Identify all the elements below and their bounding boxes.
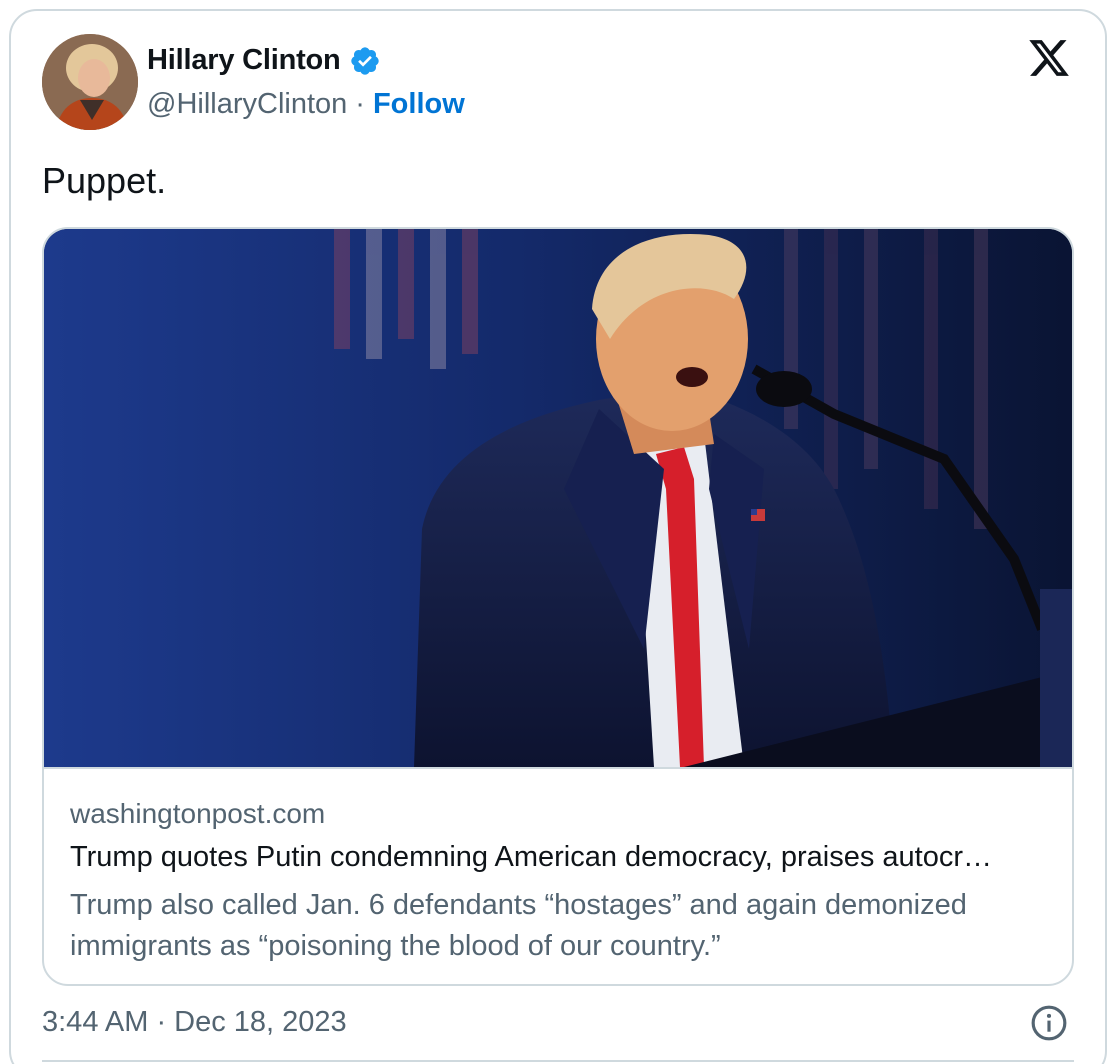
author-name[interactable]: Hillary Clinton [147,44,341,77]
author-avatar[interactable] [42,34,138,130]
link-domain: washingtonpost.com [70,798,326,829]
x-logo-icon[interactable] [1026,36,1072,80]
article-photo[interactable] [44,229,1072,767]
author-handle-row: @HillaryClinton · Follow [147,88,465,121]
info-icon[interactable] [1030,1004,1068,1042]
link-description-line1: Trump also called Jan. 6 defendants “hos… [70,889,967,921]
link-headline[interactable]: Trump quotes Putin condemning American d… [70,841,1050,874]
link-preview-card[interactable]: washingtonpost.com Trump quotes Putin co… [42,227,1074,986]
separator-dot: · [355,88,365,120]
link-description: Trump also called Jan. 6 defendants “hos… [70,885,1060,967]
author-handle[interactable]: @HillaryClinton [147,88,347,121]
tweet-text: Puppet. [42,160,167,201]
bottom-divider [42,1060,1074,1062]
avatar-image [42,34,138,130]
card-divider [44,767,1072,769]
tweet-timestamp[interactable]: 3:44 AM · Dec 18, 2023 [42,1006,347,1039]
link-description-line2: immigrants as “poisoning the blood of ou… [70,930,721,962]
verified-badge-icon [350,46,379,75]
follow-button[interactable]: Follow [373,88,465,121]
speaker-photo-illustration [44,229,1072,767]
author-name-row: Hillary Clinton [147,44,381,77]
